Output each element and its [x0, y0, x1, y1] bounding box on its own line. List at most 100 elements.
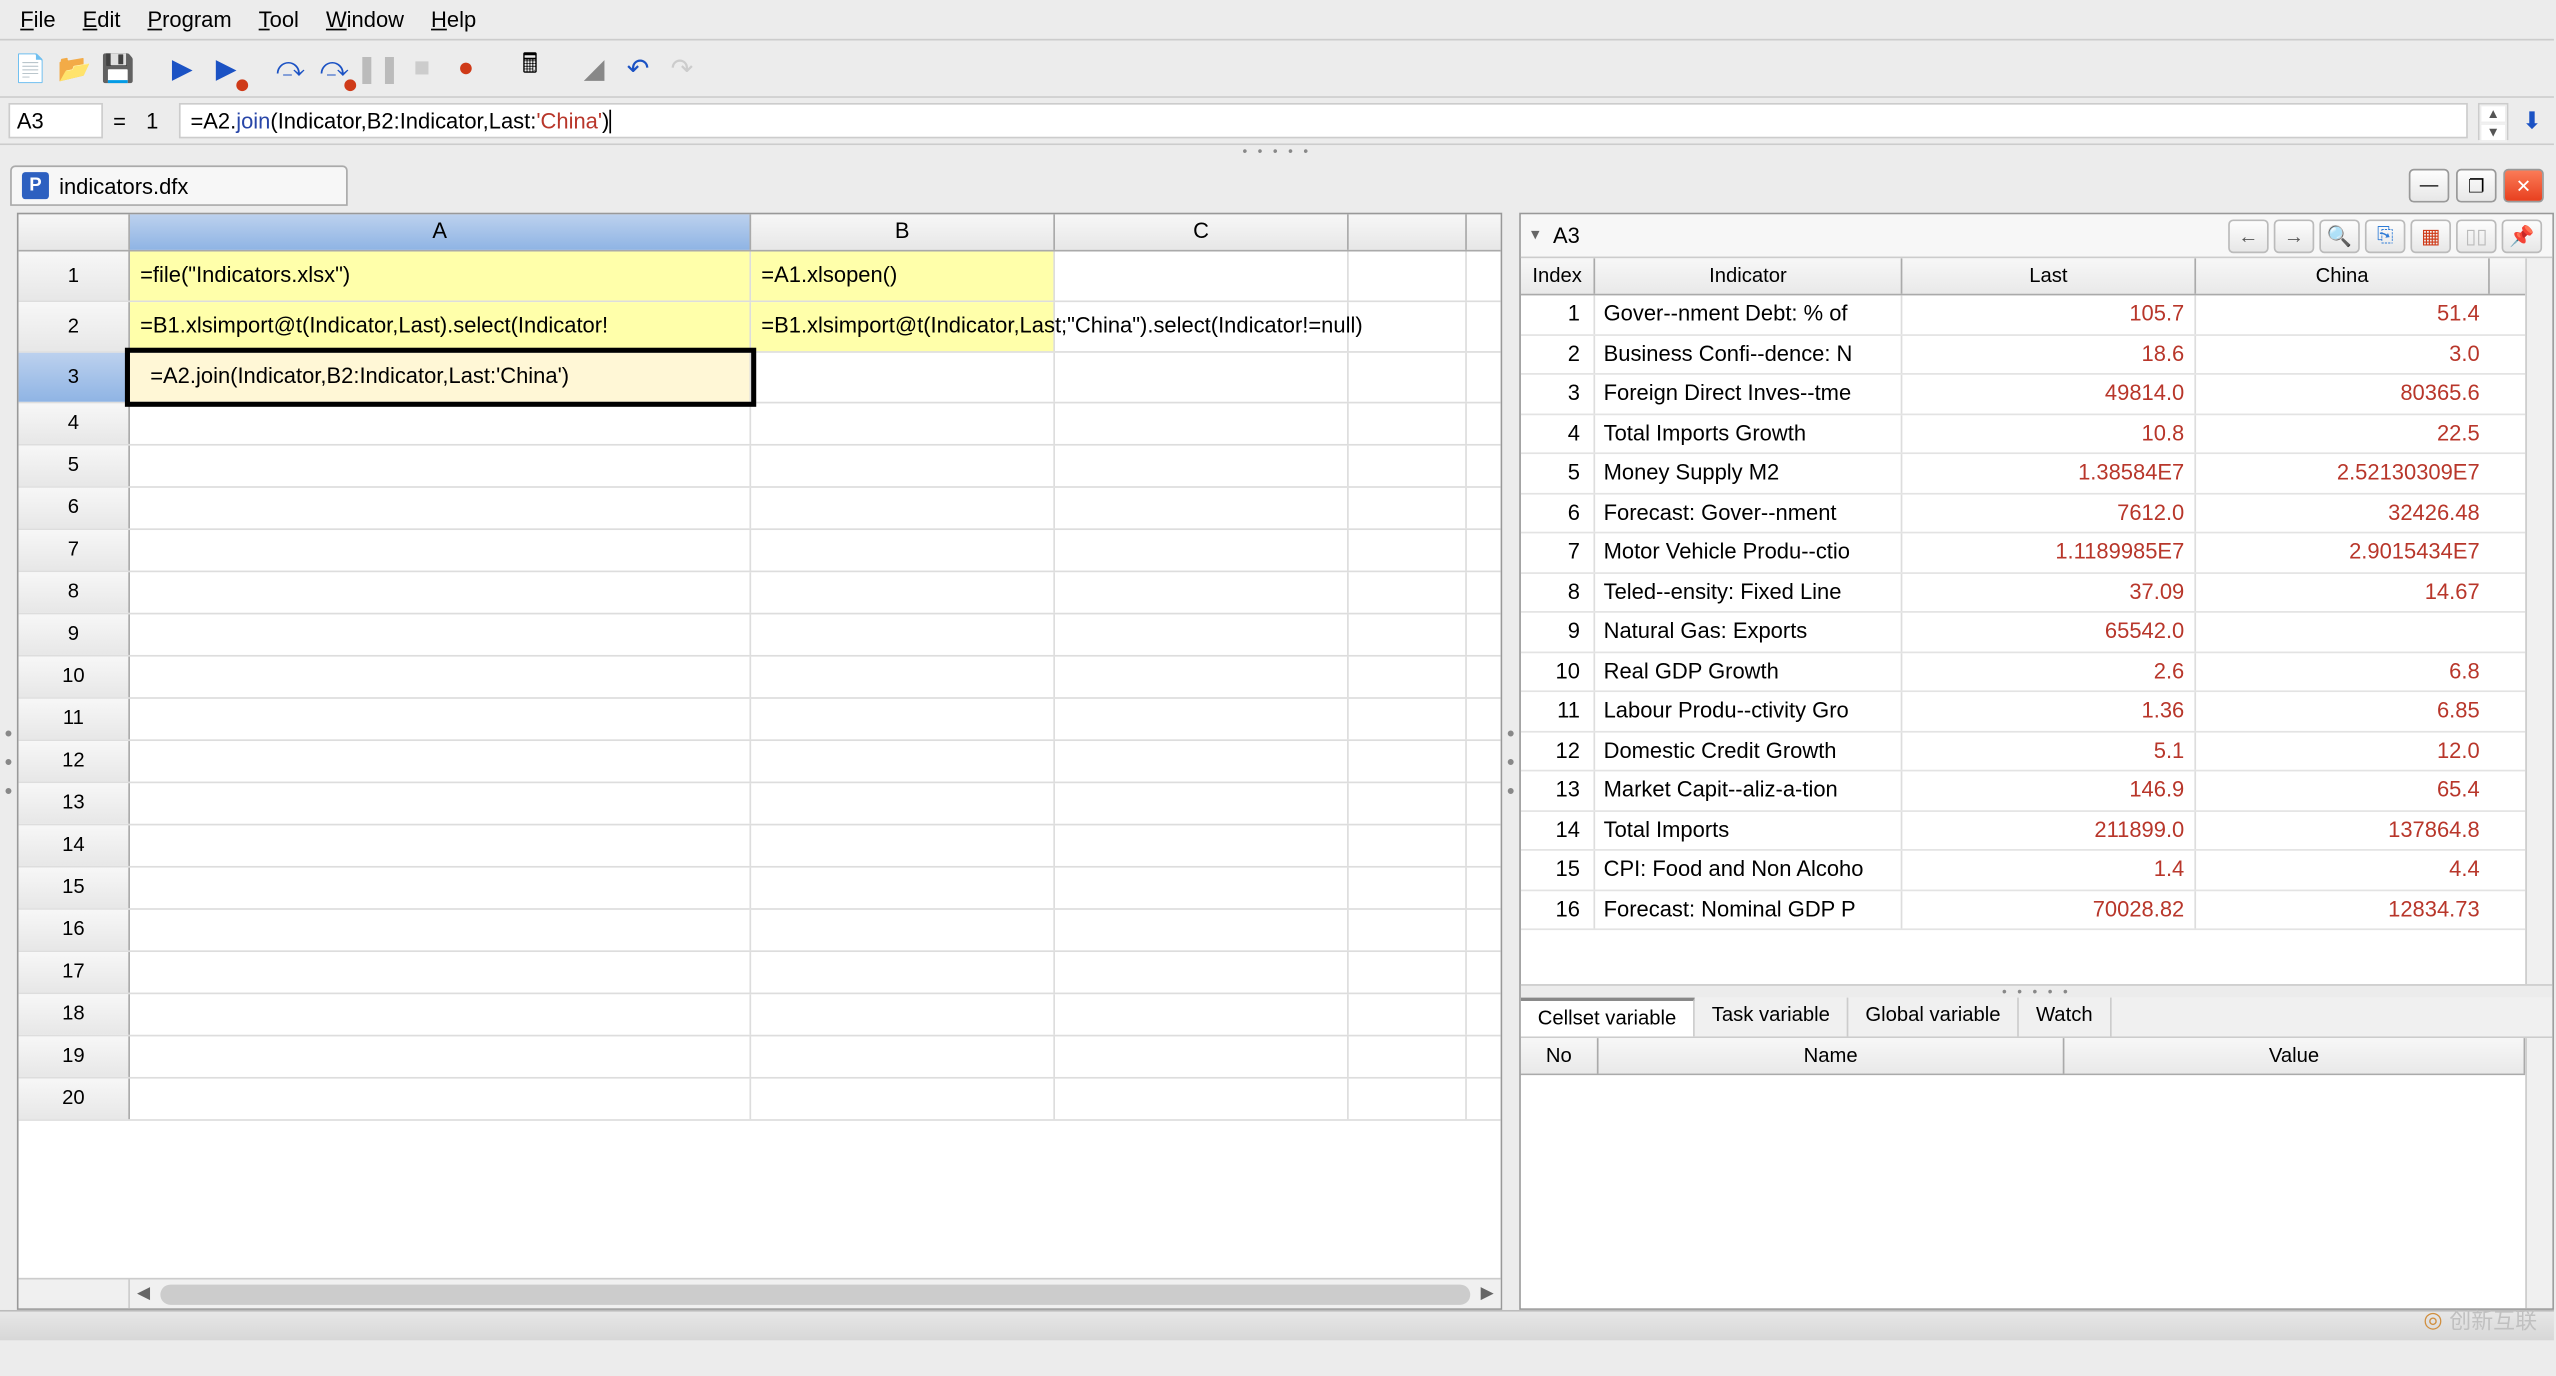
maximize-button[interactable]: ❐ — [2456, 169, 2497, 203]
row-header[interactable]: 1 — [19, 252, 130, 301]
cell[interactable] — [130, 741, 751, 782]
cell[interactable] — [1055, 868, 1349, 909]
cell[interactable] — [130, 825, 751, 866]
tab-task-variable[interactable]: Task variable — [1695, 998, 1849, 1037]
calc-icon[interactable]: 🖩 — [510, 48, 551, 89]
new-file-icon[interactable]: 📄 — [10, 48, 51, 89]
cell-B1[interactable]: =A1.xlsopen() — [751, 252, 1055, 301]
row-header[interactable]: 14 — [19, 825, 130, 866]
cell-A1[interactable]: =file("Indicators.xlsx") — [130, 252, 751, 301]
cell[interactable] — [1349, 572, 1467, 613]
row-header[interactable]: 17 — [19, 952, 130, 993]
close-button[interactable]: ✕ — [2503, 169, 2544, 203]
cell[interactable] — [751, 446, 1055, 487]
cell[interactable] — [130, 572, 751, 613]
cell[interactable] — [1055, 446, 1349, 487]
menu-tool[interactable]: Tool — [249, 3, 310, 35]
row-header[interactable]: 10 — [19, 657, 130, 698]
eraser-icon[interactable]: ◢ — [574, 48, 615, 89]
cell[interactable] — [130, 699, 751, 740]
copy-button[interactable]: ⎘ — [2365, 219, 2406, 253]
result-row[interactable]: 1 Gover­­--nment Debt: % of 105.7 51.4 — [1521, 295, 2525, 335]
nav-forward-button[interactable]: → — [2274, 219, 2315, 253]
cell[interactable] — [130, 952, 751, 993]
cell[interactable] — [1055, 952, 1349, 993]
row-header[interactable]: 20 — [19, 1079, 130, 1120]
result-row[interactable]: 4 Total Imports Growth 10.8 22.5 — [1521, 414, 2525, 454]
undo-icon[interactable]: ↶ — [618, 48, 659, 89]
row-header[interactable]: 15 — [19, 868, 130, 909]
menu-help[interactable]: Help — [421, 3, 486, 35]
cell[interactable] — [751, 488, 1055, 529]
row-header[interactable]: 8 — [19, 572, 130, 613]
result-row[interactable]: 3 Foreign Direct Inves--tme 49814.0 8036… — [1521, 375, 2525, 415]
row-header[interactable]: 3 — [19, 353, 130, 402]
cell-D2[interactable] — [1349, 302, 1467, 351]
cell[interactable] — [1349, 994, 1467, 1035]
stop-icon[interactable]: ■ — [402, 48, 443, 89]
formula-spinner[interactable]: ▲▼ — [2478, 102, 2508, 139]
select-all-corner[interactable] — [19, 214, 130, 249]
cell-D3[interactable] — [1349, 353, 1467, 402]
cell[interactable] — [1055, 488, 1349, 529]
result-row[interactable]: 13 Market Capit--aliz-a-tion 146.9 65.4 — [1521, 771, 2525, 811]
cell[interactable] — [1055, 614, 1349, 655]
cell[interactable] — [751, 868, 1055, 909]
cell[interactable] — [130, 614, 751, 655]
cell[interactable] — [130, 994, 751, 1035]
cell[interactable] — [1055, 741, 1349, 782]
cell-A3[interactable]: =A2.join(Indicator,B2:Indicator,Last:'Ch… — [130, 353, 751, 402]
cell[interactable] — [1349, 1036, 1467, 1077]
cell[interactable] — [1055, 657, 1349, 698]
row-header[interactable]: 19 — [19, 1036, 130, 1077]
cell-D1[interactable] — [1349, 252, 1467, 301]
cell-reference-input[interactable] — [8, 103, 103, 138]
cell[interactable] — [1349, 783, 1467, 824]
cell[interactable] — [1055, 403, 1349, 444]
breakpoint-icon[interactable]: ● — [446, 48, 487, 89]
cell[interactable] — [130, 1036, 751, 1077]
row-header[interactable]: 7 — [19, 530, 130, 571]
formula-input[interactable]: =A2.join(Indicator,B2:Indicator,Last:'Ch… — [179, 103, 2468, 138]
cell[interactable] — [1349, 446, 1467, 487]
cell-C1[interactable] — [1055, 252, 1349, 301]
horizontal-splitter[interactable]: • • • • • — [0, 145, 2554, 159]
result-row[interactable]: 16 Forecast: Nominal GDP P 70028.82 1283… — [1521, 890, 2525, 930]
result-header-china[interactable]: China — [2196, 258, 2490, 293]
view-detail-button[interactable]: 🔍 — [2319, 219, 2360, 253]
row-header[interactable]: 16 — [19, 910, 130, 951]
cell[interactable] — [751, 1036, 1055, 1077]
row-header[interactable]: 9 — [19, 614, 130, 655]
cell-B2[interactable]: =B1.xlsimport@t(Indicator,Last;"China").… — [751, 302, 1055, 351]
nav-back-button[interactable]: ← — [2228, 219, 2269, 253]
cell[interactable] — [751, 614, 1055, 655]
results-splitter[interactable]: • • • • • — [1521, 984, 2552, 998]
result-row[interactable]: 7 Motor Vehicle Produ--ctio 1.1189985E7 … — [1521, 533, 2525, 573]
cell[interactable] — [1055, 825, 1349, 866]
run-icon[interactable]: ▶ — [162, 48, 203, 89]
result-row[interactable]: 12 Domestic Credit Growth 5.1 12.0 — [1521, 732, 2525, 772]
tab-watch[interactable]: Watch — [2019, 998, 2111, 1037]
result-row[interactable]: 6 Forecast: Gover--nment 7612.0 32426.48 — [1521, 494, 2525, 534]
row-header[interactable]: 4 — [19, 403, 130, 444]
row-header[interactable]: 13 — [19, 783, 130, 824]
cell[interactable] — [1055, 910, 1349, 951]
left-gutter[interactable]: ••• — [0, 213, 17, 1310]
cell[interactable] — [130, 1079, 751, 1120]
cell[interactable] — [1055, 1079, 1349, 1120]
cell[interactable] — [1055, 783, 1349, 824]
cell[interactable] — [1349, 657, 1467, 698]
cell[interactable] — [1349, 1079, 1467, 1120]
save-icon[interactable]: 💾 — [98, 48, 139, 89]
result-row[interactable]: 5 Money Supply M2 1.38584E7 2.52130309E7 — [1521, 454, 2525, 494]
var-header-name[interactable]: Name — [1599, 1038, 2065, 1073]
cell[interactable] — [751, 825, 1055, 866]
row-header[interactable]: 5 — [19, 446, 130, 487]
cell[interactable] — [1055, 530, 1349, 571]
result-header-indicator[interactable]: Indicator — [1595, 258, 1902, 293]
cell[interactable] — [751, 1079, 1055, 1120]
cell[interactable] — [130, 868, 751, 909]
grid-view-button[interactable]: ▦ — [2410, 219, 2451, 253]
cell[interactable] — [1349, 868, 1467, 909]
cell[interactable] — [1055, 699, 1349, 740]
